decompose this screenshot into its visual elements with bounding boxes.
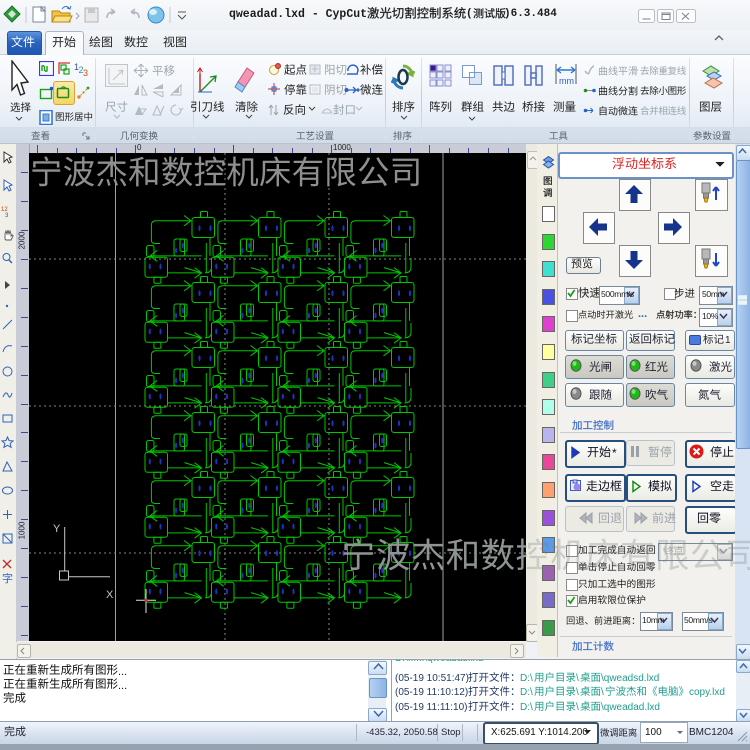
svg-text:X: X bbox=[106, 589, 114, 601]
svg-text:3: 3 bbox=[5, 213, 9, 218]
svg-text:Y: Y bbox=[53, 523, 61, 535]
svg-text:3: 3 bbox=[83, 68, 88, 77]
svg-text:mm: mm bbox=[559, 76, 574, 86]
